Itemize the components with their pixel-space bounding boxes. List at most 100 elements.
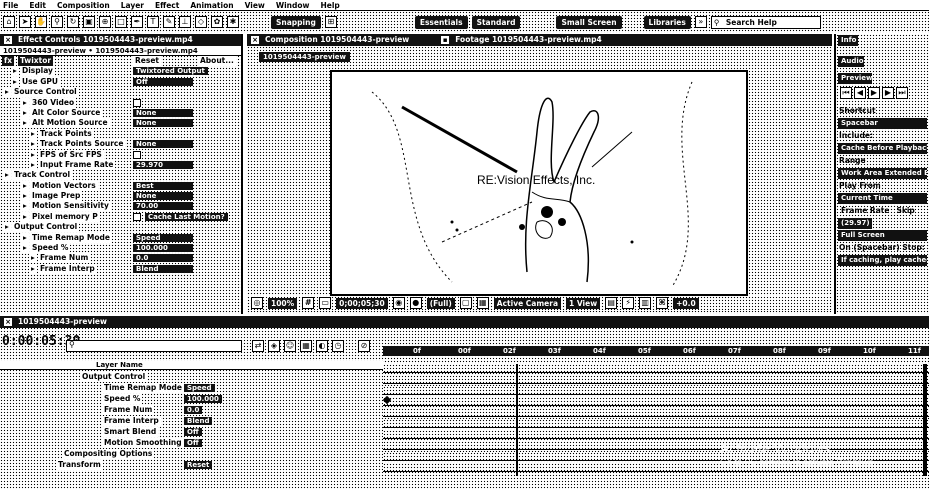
timeline-layer-row[interactable]: Output Control (0, 372, 383, 383)
preview-tab[interactable]: Preview (838, 73, 872, 84)
disclosure-triangle-icon[interactable]: ▸ (29, 149, 37, 160)
always-preview-icon[interactable]: ◎ (251, 297, 263, 309)
timeline-layer-row[interactable]: Speed % 100.000 (0, 394, 383, 405)
zoom-dropdown[interactable]: 100% (268, 297, 298, 309)
timeline-layer-row[interactable]: Frame Interp Blend (0, 416, 383, 427)
timeline-property-value[interactable]: Off (184, 428, 202, 436)
zoom-tool-icon[interactable]: ⚲ (51, 16, 63, 28)
effect-property-row[interactable]: ▸ Pixel memory P Cache Last Motion? (0, 211, 241, 222)
disclosure-triangle-icon[interactable]: ▸ (11, 76, 19, 87)
graph-editor-icon[interactable]: ◷ (332, 340, 344, 352)
timeline-property-value[interactable]: 0.0 (184, 406, 203, 414)
menu-item-help[interactable]: Help (320, 1, 339, 10)
disclosure-triangle-icon[interactable]: ▸ (21, 118, 29, 129)
effect-property-row[interactable]: ▸ Track Control (0, 170, 241, 181)
resolution-dropdown[interactable]: (Full) (426, 297, 455, 309)
effect-property-row[interactable]: ▸ Output Control (0, 222, 241, 233)
composition-viewer[interactable]: RE:Vision Effects, Inc. (330, 70, 748, 296)
menu-item-layer[interactable]: Layer (121, 1, 144, 10)
pen-tool-icon[interactable]: ✒ (131, 16, 143, 28)
property-value[interactable]: None (133, 140, 193, 149)
effect-property-row[interactable]: ▸ Frame Num 0.0 (0, 253, 241, 264)
effect-property-row[interactable]: ▸ Motion Vectors Best (0, 180, 241, 191)
timeline-property-value[interactable]: Blend (184, 417, 213, 425)
property-value[interactable]: None (133, 108, 193, 117)
timeline-property-value[interactable]: 100.000 (184, 395, 222, 403)
timeline-search-input[interactable]: ⚲ (66, 340, 242, 352)
composition-sub-tab[interactable]: 1019504443-preview (259, 52, 350, 62)
timeline-layer-row[interactable]: Smart Blend Off (0, 427, 383, 438)
disclosure-triangle-icon[interactable]: ▸ (11, 66, 19, 77)
timeline-icon[interactable]: ▥ (639, 297, 652, 309)
mask-icon[interactable]: ▭ (319, 297, 332, 309)
effect-property-row[interactable]: ▸ Source Control (0, 87, 241, 98)
close-icon[interactable]: × (4, 36, 12, 44)
property-value[interactable]: Best (133, 181, 193, 190)
timeline-layer-row[interactable]: Transform Reset (0, 460, 383, 471)
property-value[interactable]: Speed (133, 233, 193, 242)
fx-reset-link[interactable]: Reset (133, 56, 161, 66)
disclosure-triangle-icon[interactable]: ▸ (21, 211, 29, 222)
roto-brush-icon[interactable]: ✿ (211, 16, 223, 28)
full-screen-checkbox[interactable]: Full Screen (838, 230, 927, 241)
disclosure-triangle-icon[interactable]: ▸ (21, 180, 29, 191)
disclosure-triangle-icon[interactable]: ▸ (21, 97, 29, 108)
menu-item-file[interactable]: File (3, 1, 18, 10)
prev-frame-icon[interactable]: ◀ (854, 87, 866, 99)
disclosure-triangle-icon[interactable]: ▸ (3, 170, 11, 181)
timeline-property-value[interactable]: Reset (184, 461, 213, 469)
search-help-input[interactable]: ⚲ Search Help (710, 15, 821, 29)
property-checkbox[interactable] (133, 98, 141, 107)
pan-behind-icon[interactable]: ⊕ (99, 16, 111, 28)
if-caching-checkbox[interactable]: If caching, play cached (838, 255, 927, 266)
camera-dropdown[interactable]: Active Camera (493, 297, 562, 309)
audio-tab[interactable]: Audio (838, 56, 864, 67)
camera-tool-icon[interactable]: ▣ (83, 16, 95, 28)
shy-icon[interactable]: ☺ (284, 340, 296, 352)
timeline-track[interactable] (383, 408, 929, 417)
disclosure-triangle-icon[interactable]: ▸ (29, 128, 37, 139)
timeline-track[interactable] (383, 375, 929, 384)
effect-property-row[interactable]: ▸ Track Points (0, 128, 241, 139)
property-value[interactable]: None (133, 119, 193, 128)
brush-tool-icon[interactable]: ✎ (163, 16, 175, 28)
effect-property-row[interactable]: ▸ Alt Motion Source None (0, 118, 241, 129)
disclosure-triangle-icon[interactable]: ▸ (3, 87, 11, 98)
clone-stamp-icon[interactable]: ⊥ (179, 16, 191, 28)
effect-property-row[interactable]: ▸ Track Points Source None (0, 139, 241, 150)
menu-item-composition[interactable]: Composition (57, 1, 110, 10)
property-value[interactable]: 100.000 (133, 244, 193, 253)
info-tab[interactable]: Info (838, 35, 858, 46)
property-value[interactable]: 70.00 (133, 202, 193, 211)
region-of-interest-icon[interactable]: ▢ (459, 297, 472, 309)
fast-previews-icon[interactable]: ⚡ (622, 297, 635, 309)
time-ruler[interactable]: 0f00f02f03f04f05f06f07f08f09f10f11f12f (383, 340, 929, 360)
transparency-grid-icon[interactable]: ▦ (476, 297, 489, 309)
menu-item-edit[interactable]: Edit (29, 1, 46, 10)
close-icon[interactable]: × (4, 318, 12, 326)
property-value[interactable]: Twixtored Output (133, 67, 208, 76)
effect-property-row[interactable]: ▸ Use GPU Off (0, 76, 241, 87)
timeline-scrollbar[interactable] (923, 364, 927, 476)
playhead[interactable] (516, 364, 518, 476)
disclosure-triangle-icon[interactable]: ▸ (21, 232, 29, 243)
effect-property-row[interactable]: ▸ FPS of Src FPS (0, 149, 241, 160)
footage-tab[interactable]: Footage 1019504443-preview.mp4 (455, 34, 602, 46)
disclosure-triangle-icon[interactable]: ▸ (3, 222, 11, 233)
menu-item-window[interactable]: Window (276, 1, 310, 10)
timeline-track[interactable] (383, 397, 929, 406)
show-channel-icon[interactable]: ● (409, 297, 422, 309)
cache-before-playback[interactable]: Cache Before Playback (838, 143, 927, 154)
timeline-layer-row[interactable]: Compositing Options (0, 449, 383, 460)
effect-property-row[interactable]: ▸ Input Frame Rate 29.970 (0, 159, 241, 170)
snapping-toggle[interactable]: Snapping (271, 15, 321, 29)
exposure-value[interactable]: +0.0 (673, 297, 699, 309)
effect-property-row[interactable]: ▸ Frame Interp Blend (0, 263, 241, 274)
effect-property-row[interactable]: ▸ Speed % 100.000 (0, 243, 241, 254)
shortcut-dropdown[interactable]: Spacebar (838, 118, 927, 129)
timeline-track[interactable] (383, 430, 929, 439)
workspace-menu-icon[interactable]: » (694, 16, 707, 28)
motion-blur-icon[interactable]: ◐ (316, 340, 328, 352)
workspace-libraries[interactable]: Libraries (643, 15, 691, 29)
timeline-track[interactable] (383, 419, 929, 428)
